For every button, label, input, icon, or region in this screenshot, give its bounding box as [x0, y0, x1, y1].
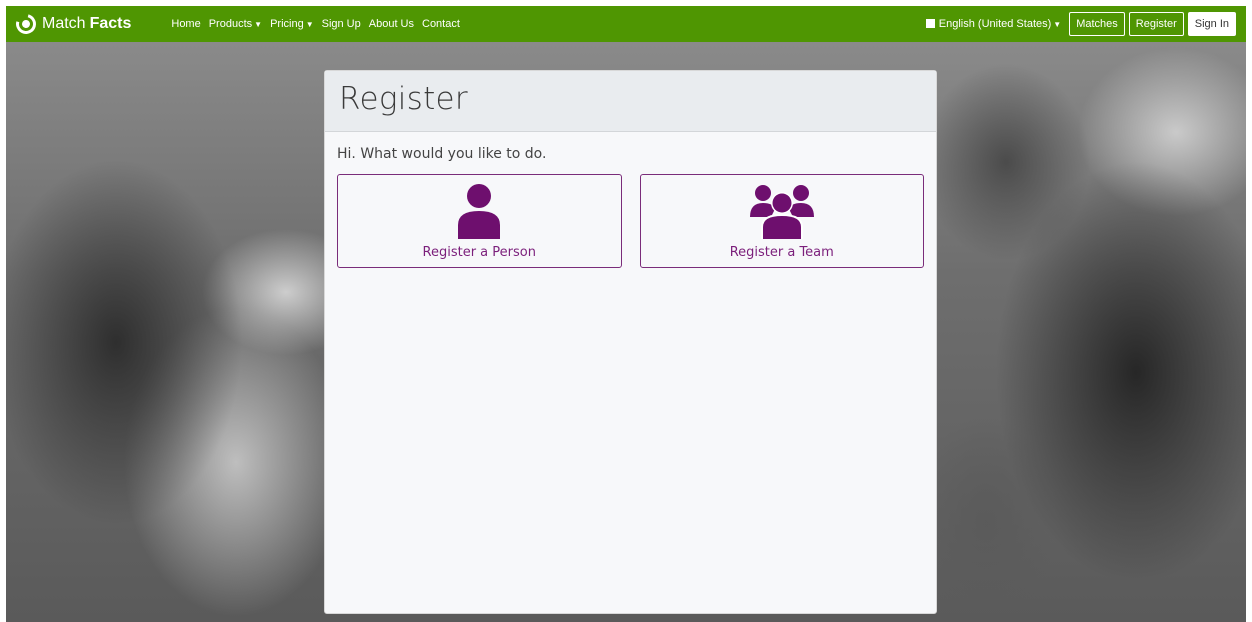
register-card: Register Hi. What would you like to do. … — [324, 70, 937, 614]
register-options: Register a Person Register a Team — [337, 174, 924, 268]
register-team-button[interactable]: Register a Team — [639, 174, 924, 268]
team-icon — [749, 185, 814, 239]
top-navbar: Match Facts Home Products ▼ Pricing ▼ Sign … — [6, 6, 1246, 42]
nav-link-sign-up[interactable]: Sign Up — [322, 18, 361, 30]
nav-link-pricing-label: Pricing — [270, 18, 304, 30]
page-title: Register — [339, 81, 468, 117]
brand-name-bold: Facts — [89, 15, 132, 32]
register-person-label: Register a Person — [422, 245, 536, 260]
nav-link-home[interactable]: Home — [171, 18, 200, 30]
nav-link-contact[interactable]: Contact — [422, 18, 460, 30]
register-team-label: Register a Team — [729, 245, 834, 260]
card-body: Hi. What would you like to do. Register … — [325, 132, 936, 282]
nav-links: Home Products ▼ Pricing ▼ Sign Up About Us… — [171, 18, 460, 30]
language-icon — [925, 19, 935, 28]
match-facts-logo-icon — [12, 10, 40, 38]
register-button[interactable]: Register — [1128, 12, 1184, 36]
brand-name-light: Match — [42, 15, 86, 32]
person-icon — [458, 184, 501, 239]
nav-link-about-us[interactable]: About Us — [369, 18, 414, 30]
nav-link-products[interactable]: Products ▼ — [209, 18, 262, 30]
register-person-button[interactable]: Register a Person — [337, 174, 622, 268]
nav-link-products-label: Products — [208, 18, 253, 30]
matches-button[interactable]: Matches — [1069, 12, 1125, 36]
brand-name: Match Facts — [42, 15, 131, 33]
nav-right: English (United States) ▼ Matches Registe… — [925, 12, 1236, 36]
brand-logo-link[interactable]: Match Facts — [12, 10, 131, 38]
nav-link-pricing[interactable]: Pricing ▼ — [270, 18, 314, 30]
language-selector[interactable]: English (United States) ▼ — [925, 18, 1062, 30]
caret-down-icon: ▼ — [254, 20, 263, 29]
sign-in-button[interactable]: Sign In — [1187, 12, 1236, 36]
intro-text: Hi. What would you like to do. — [337, 146, 547, 162]
card-header: Register — [325, 71, 936, 132]
caret-down-icon: ▼ — [1053, 20, 1062, 29]
language-label: English (United States) — [938, 18, 1052, 30]
caret-down-icon: ▼ — [305, 20, 314, 29]
